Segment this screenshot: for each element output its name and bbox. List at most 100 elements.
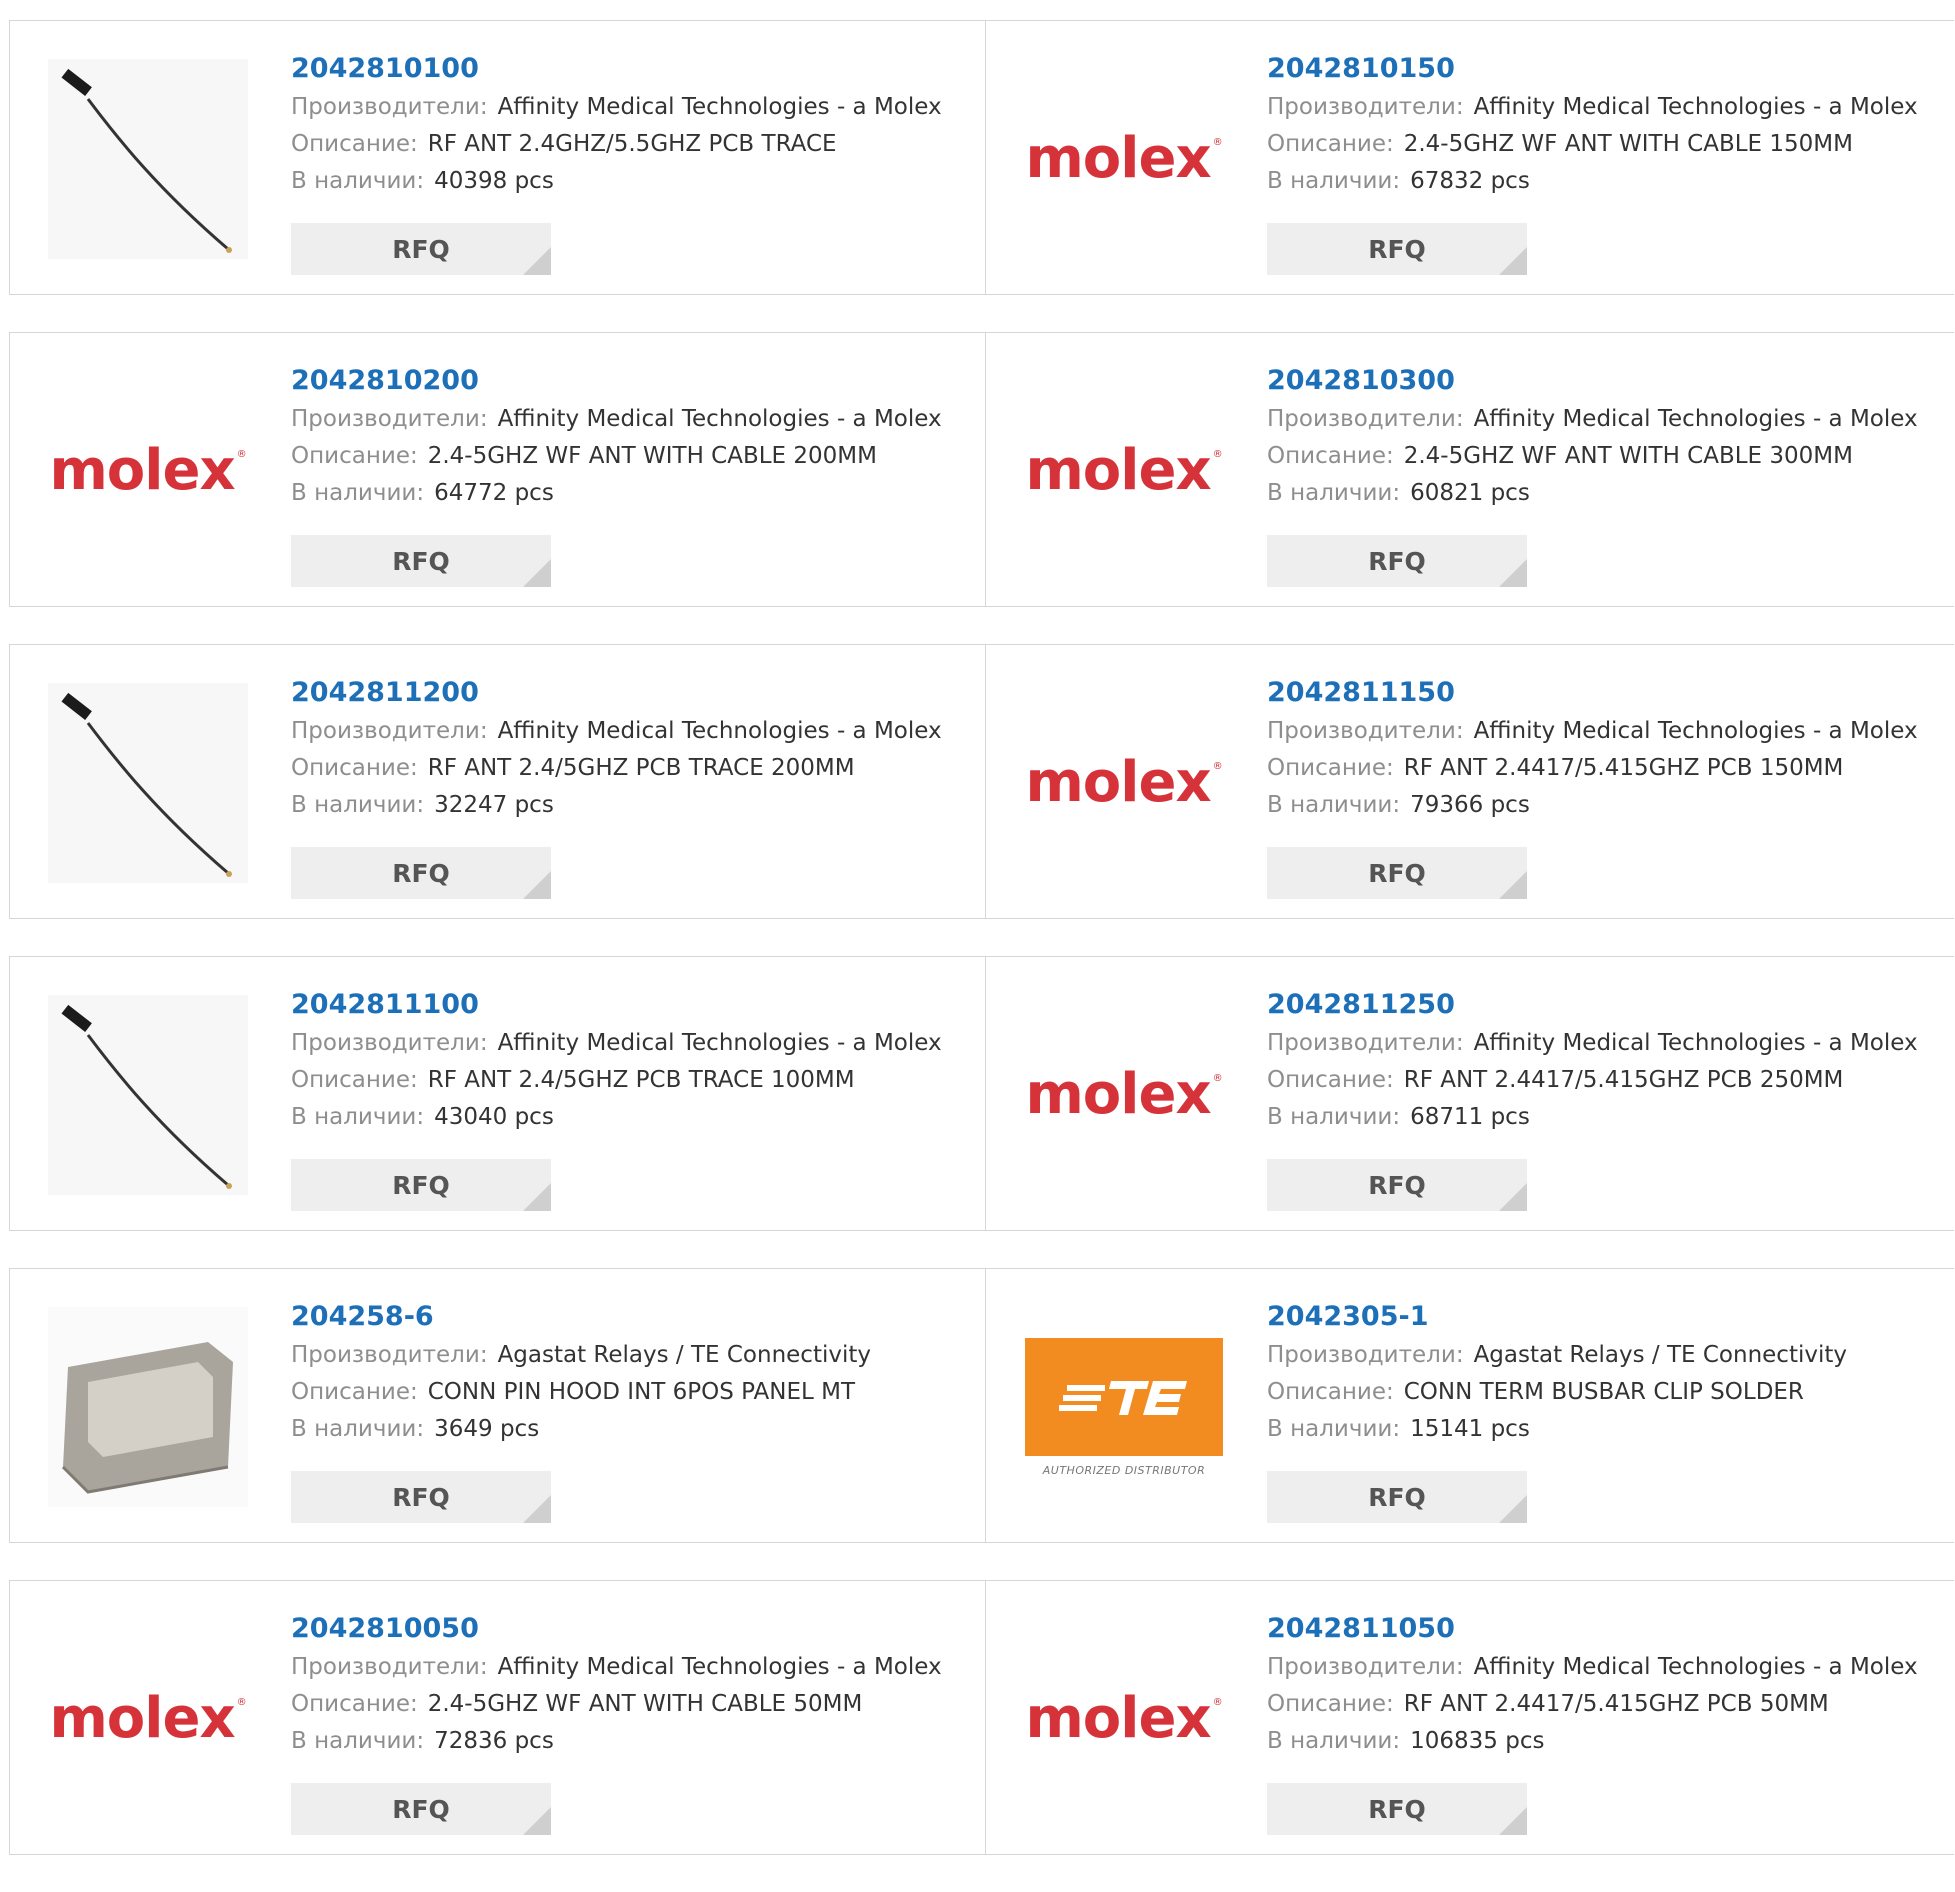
molex-logo-text: molex (1025, 126, 1211, 191)
rfq-button[interactable]: RFQ (1267, 223, 1527, 275)
rfq-button[interactable]: RFQ (1267, 847, 1527, 899)
stock-value: 72836 pcs (434, 1728, 554, 1754)
description-label: Описание: (1267, 1067, 1394, 1093)
molex-logo-text: molex (1025, 1686, 1211, 1751)
product-row: molex ® 2042810050 Производители: Affinity… (9, 1580, 1955, 1855)
rfq-label: RFQ (392, 1482, 450, 1512)
rfq-label: RFQ (1368, 234, 1426, 264)
rfq-button[interactable]: RFQ (291, 535, 551, 587)
description-label: Описание: (1267, 1379, 1394, 1405)
product-grid: 2042810100 Производители: Affinity Medica… (9, 20, 1955, 1892)
manufacturer-label: Производители: (1267, 1654, 1464, 1680)
molex-reg-mark: ® (1212, 449, 1223, 460)
rfq-button[interactable]: RFQ (291, 1159, 551, 1211)
description-label: Описание: (1267, 443, 1394, 469)
product-thumbnail[interactable]: AUTHORIZED DISTRIBUTOR (1024, 1307, 1224, 1507)
product-thumbnail[interactable] (48, 683, 248, 883)
product-thumbnail[interactable]: molex ® (48, 1619, 248, 1819)
rfq-button[interactable]: RFQ (1267, 1159, 1527, 1211)
rfq-corner-decoration (523, 871, 551, 899)
molex-logo-text: molex (1025, 750, 1211, 815)
molex-logo-text: molex (1025, 438, 1211, 503)
part-number-link[interactable]: 2042810150 (1267, 49, 1918, 89)
stock-value: 68711 pcs (1410, 1104, 1530, 1130)
molex-logo: molex ® (1025, 1691, 1222, 1747)
product-thumbnail[interactable]: molex ® (1024, 371, 1224, 571)
product-card: molex ® 2042811150 Производители: Affinity… (985, 644, 1954, 919)
rfq-label: RFQ (1368, 1482, 1426, 1512)
rfq-corner-decoration (1499, 247, 1527, 275)
description-value: RF ANT 2.4/5GHZ PCB TRACE 200MM (427, 755, 855, 781)
part-number-link[interactable]: 2042305-1 (1267, 1297, 1847, 1337)
manufacturer-row: Производители: Affinity Medical Technolog… (1267, 401, 1918, 438)
rfq-button[interactable]: RFQ (1267, 1783, 1527, 1835)
rfq-button[interactable]: RFQ (291, 1783, 551, 1835)
product-card: molex ® 2042811250 Производители: Affinity… (985, 956, 1954, 1231)
rfq-label: RFQ (392, 546, 450, 576)
description-value: RF ANT 2.4GHZ/5.5GHZ PCB TRACE (427, 131, 837, 157)
rfq-label: RFQ (1368, 858, 1426, 888)
stock-label: В наличии: (291, 1416, 425, 1442)
stock-value: 40398 pcs (434, 168, 554, 194)
molex-logo: molex ® (49, 443, 246, 499)
molex-logo-text: molex (49, 1686, 235, 1751)
stock-value: 67832 pcs (1410, 168, 1530, 194)
rfq-button[interactable]: RFQ (1267, 1471, 1527, 1523)
product-info: 2042810300 Производители: Affinity Medica… (1267, 361, 1918, 512)
description-value: 2.4-5GHZ WF ANT WITH CABLE 200MM (427, 443, 877, 469)
description-row: Описание: RF ANT 2.4417/5.415GHZ PCB 50MM (1267, 1686, 1918, 1723)
rfq-button[interactable]: RFQ (291, 1471, 551, 1523)
part-number-link[interactable]: 2042811250 (1267, 985, 1918, 1025)
description-label: Описание: (1267, 755, 1394, 781)
molex-reg-mark: ® (236, 1697, 247, 1708)
description-row: Описание: CONN TERM BUSBAR CLIP SOLDER (1267, 1374, 1847, 1411)
rfq-label: RFQ (1368, 546, 1426, 576)
rfq-button[interactable]: RFQ (291, 847, 551, 899)
product-thumbnail[interactable]: molex ® (48, 371, 248, 571)
description-label: Описание: (291, 755, 418, 781)
product-thumbnail[interactable] (48, 995, 248, 1195)
rfq-label: RFQ (392, 1170, 450, 1200)
antenna-cable-image (48, 59, 248, 259)
manufacturer-label: Производители: (291, 406, 488, 432)
product-thumbnail[interactable] (48, 59, 248, 259)
part-number-link[interactable]: 2042810300 (1267, 361, 1918, 401)
antenna-cable-image (48, 683, 248, 883)
product-info: 2042810150 Производители: Affinity Medica… (1267, 49, 1918, 200)
product-row: 2042810100 Производители: Affinity Medica… (9, 20, 1955, 295)
product-info: 2042811150 Производители: Affinity Medica… (1267, 673, 1918, 824)
metal-hood-image (48, 1307, 248, 1507)
te-logo: AUTHORIZED DISTRIBUTOR (1025, 1337, 1223, 1477)
manufacturer-label: Производители: (1267, 718, 1464, 744)
part-number-link[interactable]: 2042810050 (291, 1609, 942, 1649)
description-value: RF ANT 2.4417/5.415GHZ PCB 50MM (1403, 1691, 1829, 1717)
stock-row: В наличии: 68711 pcs (1267, 1099, 1918, 1136)
manufacturer-value: Affinity Medical Technologies - a Molex (1473, 1654, 1918, 1680)
part-number-link[interactable]: 2042811200 (291, 673, 942, 713)
manufacturer-row: Производители: Affinity Medical Technolog… (291, 1649, 942, 1686)
product-thumbnail[interactable]: molex ® (1024, 59, 1224, 259)
part-number-link[interactable]: 2042810100 (291, 49, 942, 89)
stock-value: 32247 pcs (434, 792, 554, 818)
product-card: AUTHORIZED DISTRIBUTOR 2042305-1 Произво… (985, 1268, 1954, 1543)
rfq-label: RFQ (392, 1794, 450, 1824)
rfq-button[interactable]: RFQ (1267, 535, 1527, 587)
part-number-link[interactable]: 204258-6 (291, 1297, 871, 1337)
molex-logo: molex ® (1025, 755, 1222, 811)
part-number-link[interactable]: 2042811150 (1267, 673, 1918, 713)
part-number-link[interactable]: 2042811100 (291, 985, 942, 1025)
product-thumbnail[interactable]: molex ® (1024, 995, 1224, 1195)
manufacturer-row: Производители: Affinity Medical Technolog… (291, 713, 942, 750)
manufacturer-row: Производители: Affinity Medical Technolog… (291, 89, 942, 126)
part-number-link[interactable]: 2042810200 (291, 361, 942, 401)
te-logo-mark (1059, 1380, 1187, 1415)
product-thumbnail[interactable] (48, 1307, 248, 1507)
product-thumbnail[interactable]: molex ® (1024, 683, 1224, 883)
product-thumbnail[interactable]: molex ® (1024, 1619, 1224, 1819)
rfq-corner-decoration (1499, 1183, 1527, 1211)
rfq-label: RFQ (1368, 1794, 1426, 1824)
part-number-link[interactable]: 2042811050 (1267, 1609, 1918, 1649)
rfq-button[interactable]: RFQ (291, 223, 551, 275)
rfq-label: RFQ (392, 234, 450, 264)
stock-label: В наличии: (291, 480, 425, 506)
